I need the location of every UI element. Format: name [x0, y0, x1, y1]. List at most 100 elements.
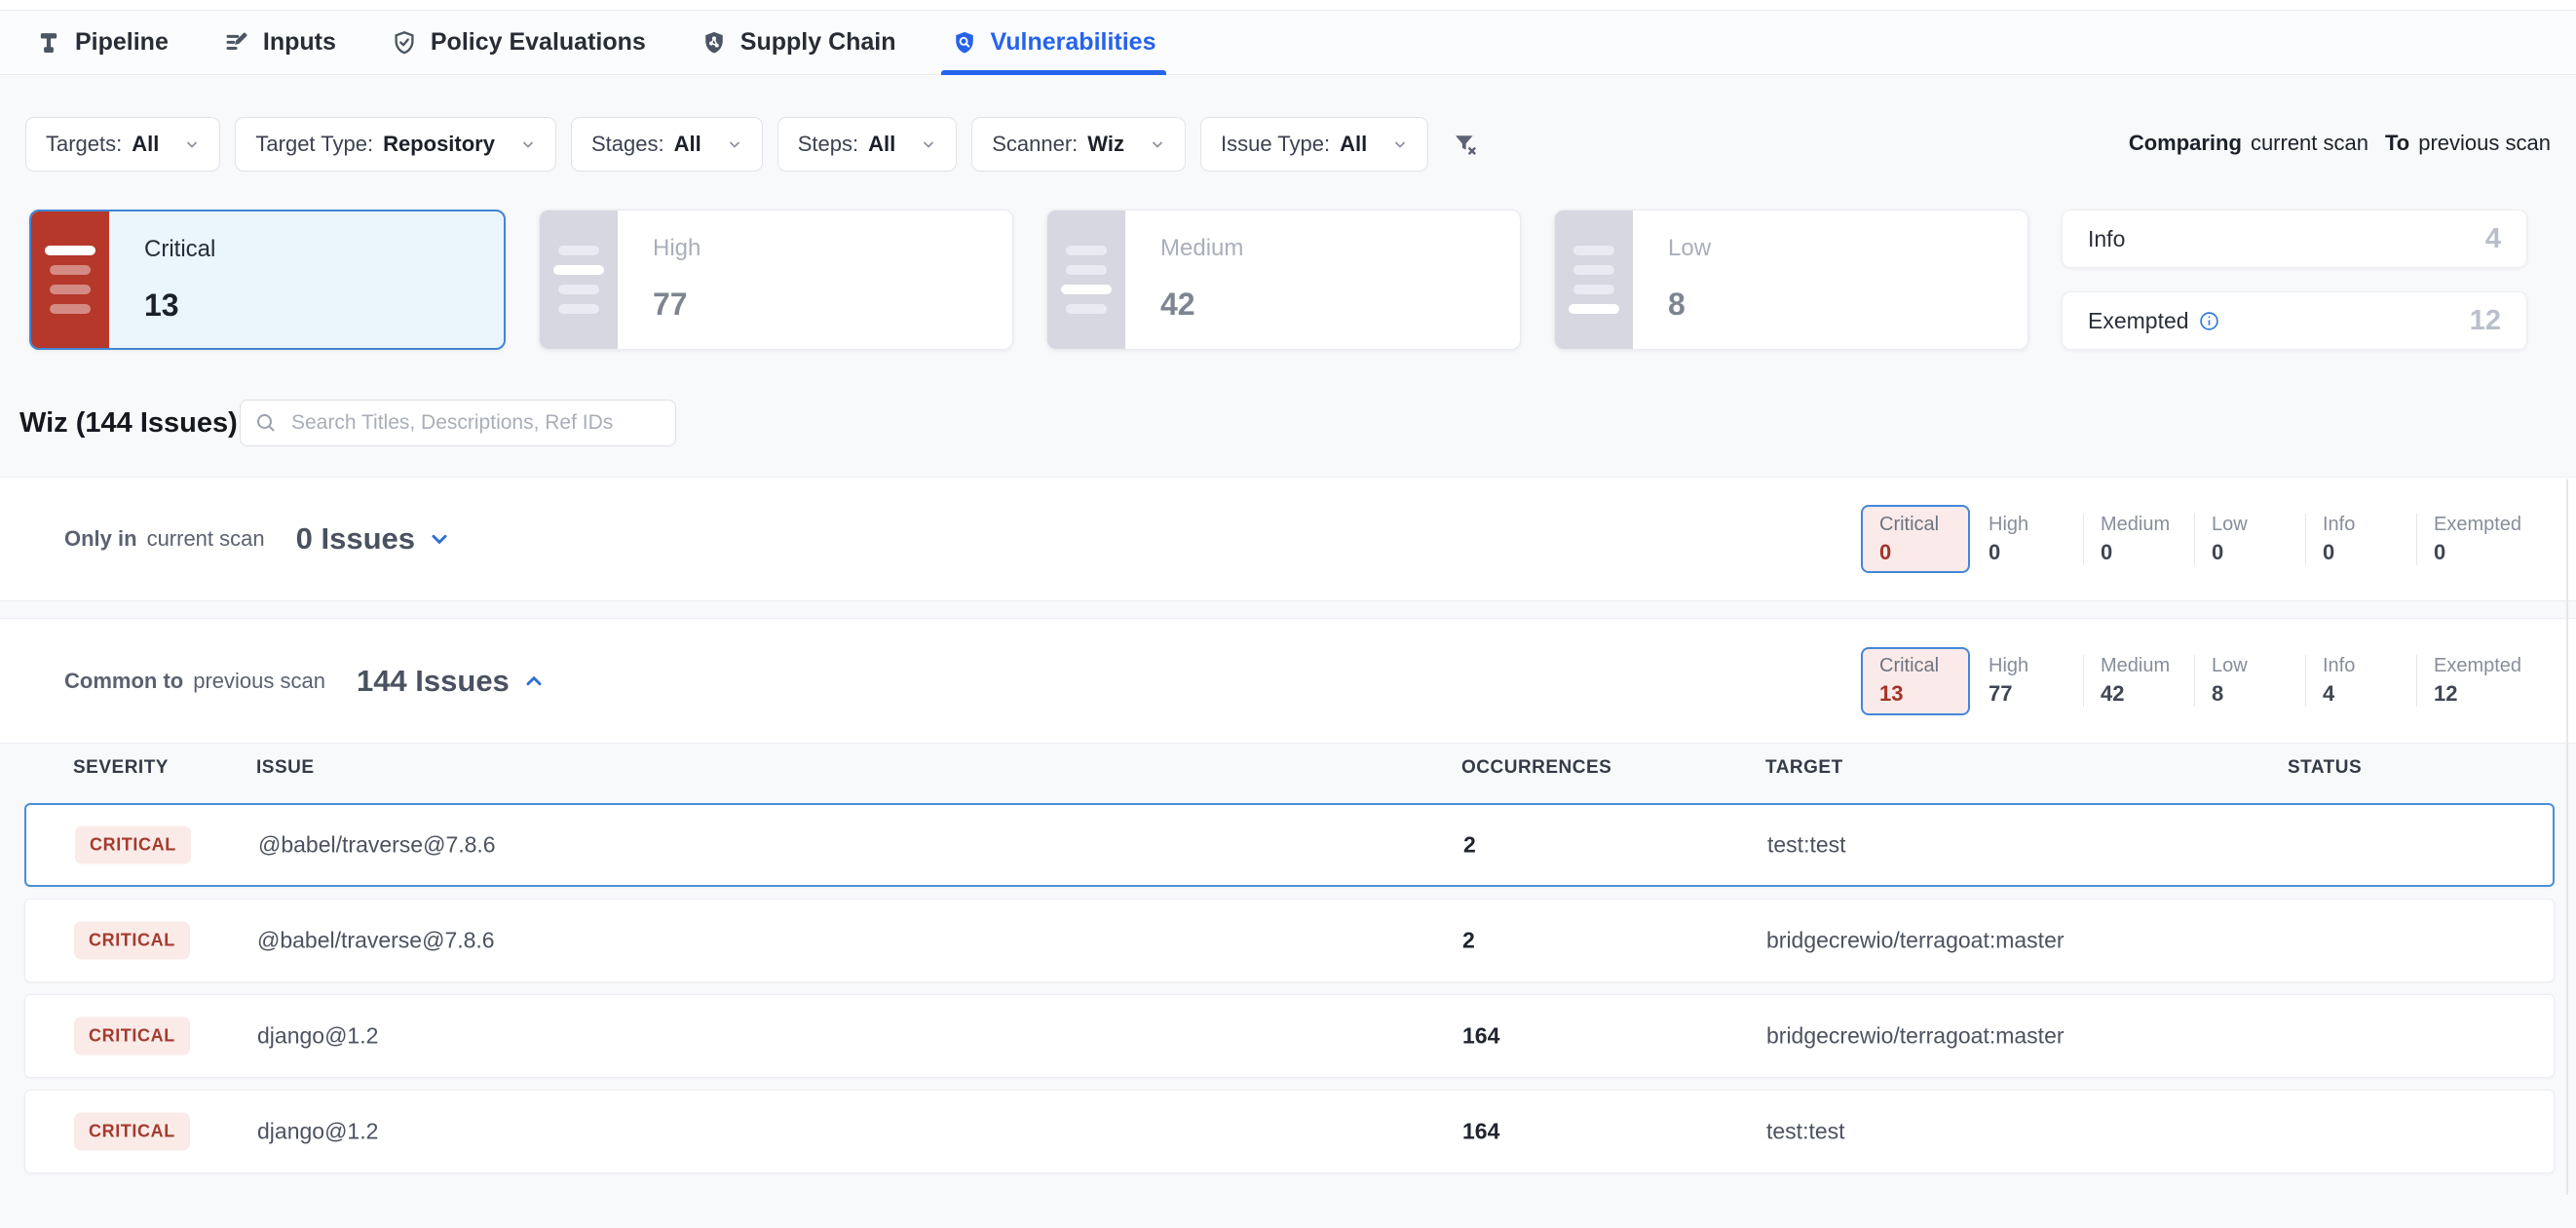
- table-row[interactable]: CRITICAL @babel/traverse@7.8.6 2 test:te…: [24, 803, 2555, 887]
- chip-medium[interactable]: Medium 0: [2083, 514, 2194, 565]
- chevron-down-icon: [520, 136, 536, 152]
- clear-filters-icon[interactable]: [1451, 130, 1480, 159]
- severity-card-medium[interactable]: Medium 42: [1046, 210, 1521, 350]
- chip-label: Medium: [2101, 514, 2194, 536]
- table-row[interactable]: CRITICAL django@1.2 164 bridgecrewio/ter…: [24, 994, 2555, 1078]
- tab-inputs[interactable]: Inputs: [223, 11, 336, 74]
- scanner-section-title: Wiz (144 Issues): [19, 407, 238, 440]
- severity-card-low[interactable]: Low 8: [1554, 210, 2028, 350]
- severity-card-label: Medium: [1160, 235, 1243, 262]
- target-cell: bridgecrewio/terragoat:master: [1766, 928, 2065, 954]
- chip-info[interactable]: Info 4: [2305, 655, 2416, 707]
- comparing-to: To: [2385, 131, 2409, 156]
- tab-supply-chain[interactable]: Supply Chain: [701, 11, 896, 74]
- chip-label: Low: [2212, 514, 2305, 536]
- filter-issue-type[interactable]: Issue Type:All: [1200, 117, 1428, 172]
- occurrences-cell: 2: [1463, 832, 1476, 859]
- section-scan-name: current scan: [147, 526, 265, 552]
- severity-cards-row: Critical 13 High 77 Medium 42: [29, 210, 2527, 350]
- chip-label: Medium: [2101, 655, 2194, 677]
- severity-card-label: Low: [1668, 235, 1711, 262]
- chip-value: 12: [2434, 681, 2527, 707]
- severity-badge: CRITICAL: [74, 1113, 190, 1151]
- filter-bar: Targets:All Target Type:Repository Stage…: [25, 117, 1480, 172]
- chevron-down-icon: [1150, 136, 1165, 152]
- chip-exempted[interactable]: Exempted 0: [2416, 514, 2527, 565]
- search-box: [240, 400, 676, 446]
- chevron-down-icon: [184, 136, 200, 152]
- filter-steps[interactable]: Steps: All: [777, 117, 958, 172]
- filter-scanner[interactable]: Scanner: Wiz: [971, 117, 1186, 172]
- occurrences-cell: 164: [1462, 1119, 1499, 1145]
- tab-pipeline[interactable]: Pipeline: [35, 11, 169, 74]
- severity-card-label: Critical: [144, 236, 215, 263]
- section-scan-name: previous scan: [193, 669, 325, 694]
- section-issues-count: 144 Issues: [357, 664, 510, 699]
- chip-medium[interactable]: Medium 42: [2083, 655, 2194, 707]
- severity-bars-icon: [1555, 211, 1633, 349]
- filter-targets[interactable]: Targets:All: [25, 117, 220, 172]
- chip-exempted[interactable]: Exempted 12: [2416, 655, 2527, 707]
- exempted-card[interactable]: Exempted 12: [2062, 291, 2527, 350]
- severity-card-count: 77: [653, 287, 701, 323]
- filter-value: Wiz: [1087, 132, 1124, 157]
- tab-label: Supply Chain: [740, 28, 896, 57]
- tab-label: Inputs: [263, 28, 336, 57]
- chevron-up-icon[interactable]: [523, 671, 545, 692]
- filter-value: All: [868, 132, 895, 157]
- filter-value: Repository: [383, 132, 495, 157]
- top-strip: [0, 0, 2576, 10]
- table-row[interactable]: CRITICAL django@1.2 164 test:test: [24, 1090, 2555, 1173]
- search-input[interactable]: [289, 410, 662, 436]
- chip-high[interactable]: High 77: [1972, 655, 2083, 707]
- severity-card-high[interactable]: High 77: [539, 210, 1013, 350]
- chip-info[interactable]: Info 0: [2305, 514, 2416, 565]
- comparing-previous: previous scan: [2418, 131, 2551, 156]
- chip-low[interactable]: Low 0: [2194, 514, 2305, 565]
- chevron-down-icon[interactable]: [429, 528, 450, 550]
- severity-chip-group: Critical 13 High 77 Medium 42 Low 8 Info…: [1861, 647, 2527, 715]
- chip-label: Exempted: [2434, 655, 2527, 677]
- severity-bars-icon: [31, 211, 109, 348]
- tab-label: Policy Evaluations: [431, 28, 646, 57]
- section-issues-toggle[interactable]: 144 Issues: [357, 664, 545, 699]
- tab-vulnerabilities[interactable]: Vulnerabilities: [951, 11, 1156, 74]
- info-card[interactable]: Info 4: [2062, 210, 2527, 268]
- chip-low[interactable]: Low 8: [2194, 655, 2305, 707]
- issue-cell: @babel/traverse@7.8.6: [258, 832, 496, 859]
- shield-check-icon: [391, 29, 418, 57]
- filter-label: Stages:: [591, 132, 664, 157]
- chip-value: 13: [1879, 681, 1968, 707]
- comparing-current: current scan: [2251, 131, 2368, 156]
- exempted-card-count: 12: [2470, 305, 2501, 337]
- occurrences-cell: 2: [1462, 928, 1475, 954]
- table-row[interactable]: CRITICAL @babel/traverse@7.8.6 2 bridgec…: [24, 899, 2555, 982]
- chip-value: 77: [1989, 681, 2083, 707]
- filter-label: Scanner:: [992, 132, 1078, 157]
- filter-label: Steps:: [798, 132, 858, 157]
- tab-policy-evaluations[interactable]: Policy Evaluations: [391, 11, 646, 74]
- info-circle-icon[interactable]: [2199, 311, 2219, 331]
- severity-card-critical[interactable]: Critical 13: [29, 210, 506, 350]
- filter-value: All: [674, 132, 701, 157]
- severity-badge: CRITICAL: [75, 826, 191, 864]
- filter-stages[interactable]: Stages: All: [571, 117, 763, 172]
- scrollbar-track[interactable]: [2566, 480, 2568, 1195]
- chip-value: 0: [2212, 540, 2305, 565]
- target-cell: test:test: [1766, 1119, 1845, 1145]
- chip-critical[interactable]: Critical 0: [1861, 505, 1970, 573]
- filter-label: Targets:: [46, 132, 122, 157]
- chip-high[interactable]: High 0: [1972, 514, 2083, 565]
- filter-target-type[interactable]: Target Type:Repository: [235, 117, 556, 172]
- chip-value: 0: [2434, 540, 2527, 565]
- inputs-icon: [223, 29, 250, 57]
- col-issue: ISSUE: [256, 757, 315, 779]
- chevron-down-icon: [921, 136, 936, 152]
- chip-critical[interactable]: Critical 13: [1861, 647, 1970, 715]
- issue-cell: django@1.2: [257, 1023, 378, 1050]
- tab-label: Vulnerabilities: [991, 28, 1156, 57]
- section-issues-toggle[interactable]: 0 Issues: [296, 521, 450, 556]
- severity-chip-group: Critical 0 High 0 Medium 0 Low 0 Info 0 …: [1861, 505, 2527, 573]
- chevron-down-icon: [727, 136, 742, 152]
- comparing-bold: Comparing: [2129, 131, 2242, 156]
